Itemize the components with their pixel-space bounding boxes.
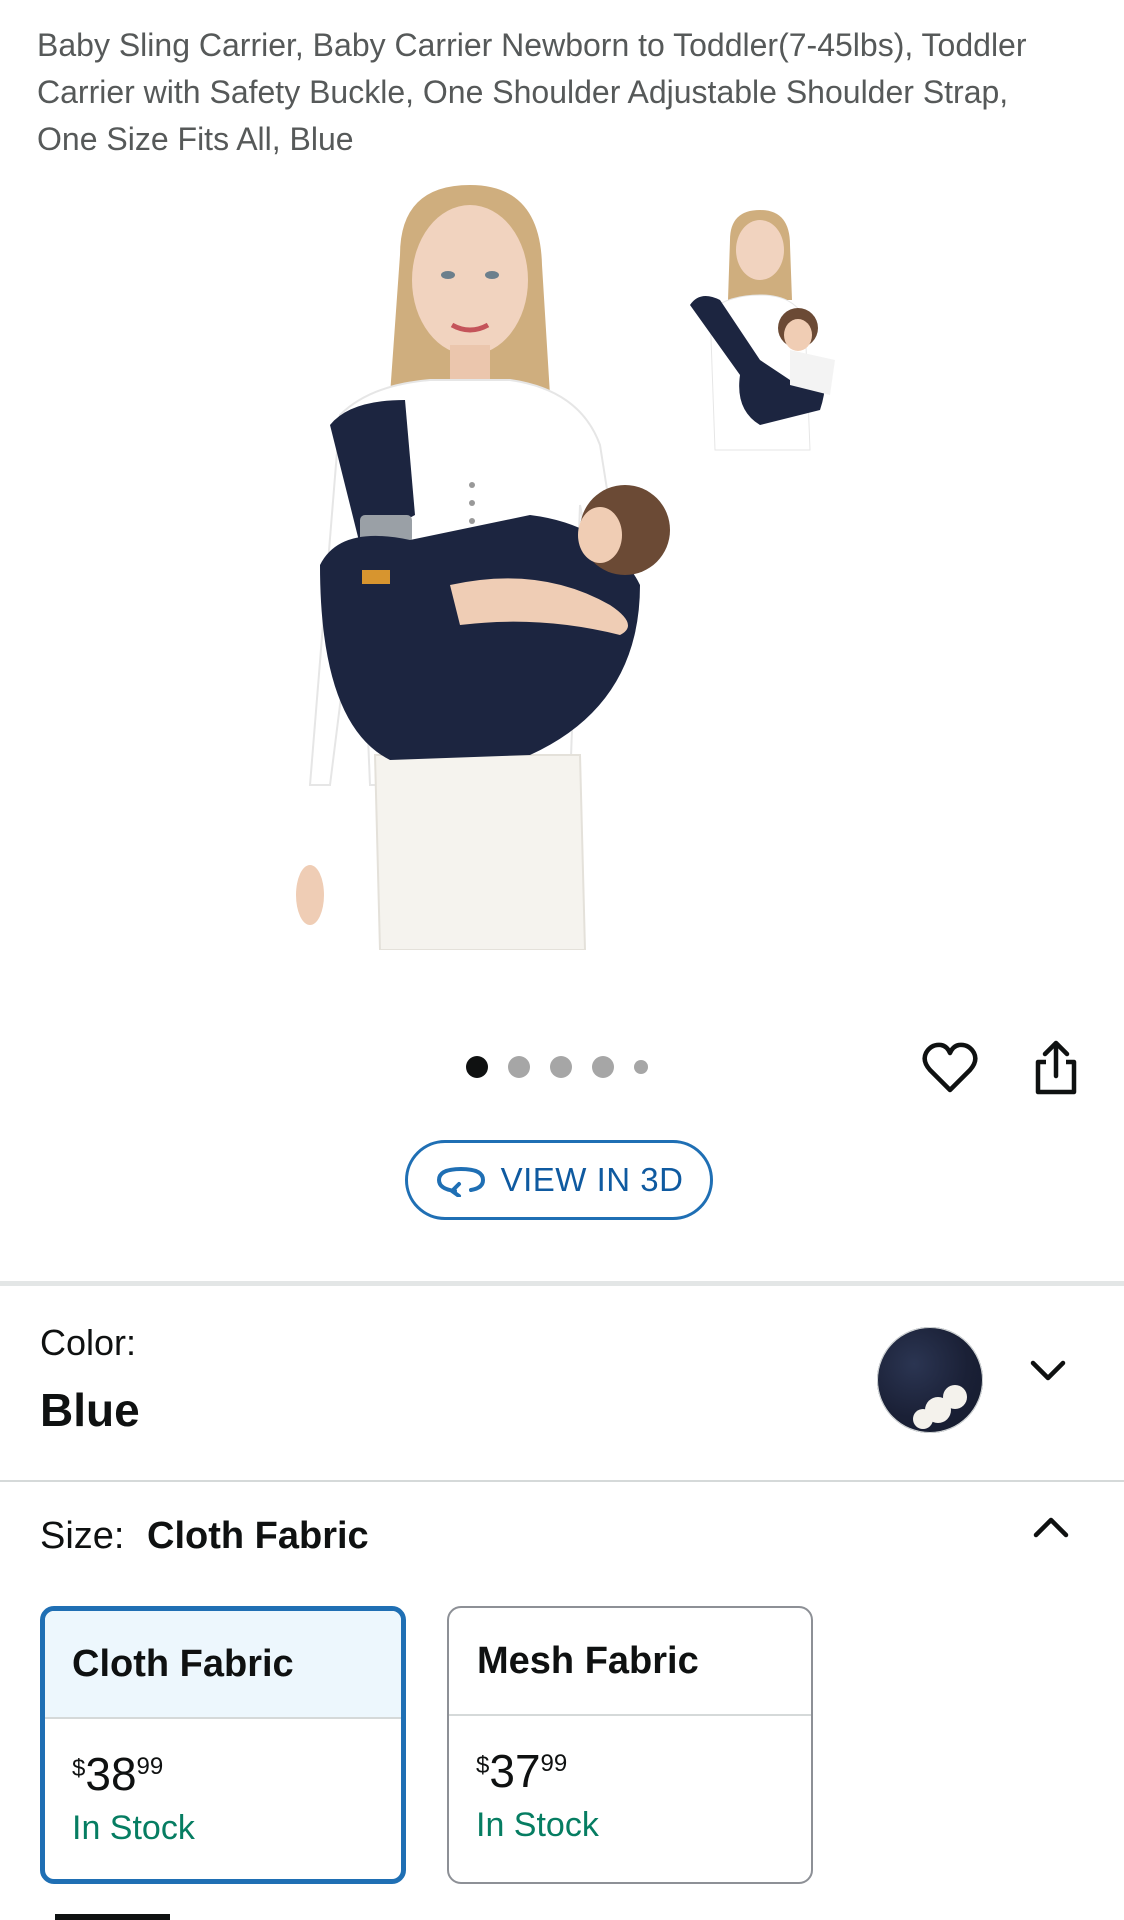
view-in-3d-label: VIEW IN 3D: [500, 1161, 684, 1198]
rotate-3d-icon: [436, 1166, 485, 1197]
size-option-cloth-fabric[interactable]: Cloth Fabric $ 38 99 In Stock: [40, 1606, 406, 1884]
carousel-dot-3[interactable]: [550, 1056, 572, 1078]
share-icon: [1035, 1040, 1077, 1095]
price-fraction: 99: [136, 1753, 164, 1780]
size-option-name: Mesh Fabric: [449, 1608, 811, 1716]
share-button[interactable]: [1028, 1040, 1084, 1096]
size-option-mesh-fabric[interactable]: Mesh Fabric $ 37 99 In Stock: [447, 1606, 813, 1884]
size-label: Size:: [40, 1515, 125, 1557]
carousel-dot-4[interactable]: [592, 1056, 614, 1078]
favorite-button[interactable]: [922, 1040, 978, 1096]
price-whole: 37: [489, 1745, 541, 1797]
product-secondary-image: [690, 210, 835, 451]
carousel-dot-1[interactable]: [466, 1056, 488, 1078]
carousel-dot-2[interactable]: [508, 1056, 530, 1078]
image-carousel-indicator[interactable]: [466, 1054, 668, 1080]
heart-outline-icon: [922, 1042, 978, 1093]
color-swatch-blue[interactable]: [877, 1327, 983, 1433]
product-title: Baby Sling Carrier, Baby Carrier Newborn…: [37, 27, 1027, 157]
section-divider: [0, 1480, 1124, 1482]
scroll-indicator: [55, 1914, 170, 1920]
chevron-down-icon[interactable]: [1028, 1355, 1068, 1385]
view-in-3d-button[interactable]: VIEW IN 3D: [405, 1140, 713, 1220]
color-value: Blue: [40, 1384, 140, 1436]
price-fraction: 99: [540, 1750, 568, 1777]
carousel-dot-5[interactable]: [634, 1060, 648, 1074]
size-option-price: $ 38 99: [72, 1751, 401, 1797]
stock-status: In Stock: [476, 1806, 599, 1844]
product-main-image[interactable]: [280, 185, 720, 950]
section-divider: [0, 1281, 1124, 1286]
price-whole: 38: [85, 1748, 137, 1800]
size-value: Cloth Fabric: [147, 1515, 369, 1557]
size-option-name: Cloth Fabric: [45, 1611, 401, 1719]
color-label: Color:: [40, 1322, 137, 1363]
price-currency: $: [476, 1752, 490, 1779]
size-option-price: $ 37 99: [476, 1748, 811, 1794]
chevron-up-icon[interactable]: [1031, 1512, 1071, 1542]
price-currency: $: [72, 1755, 86, 1782]
stock-status: In Stock: [72, 1809, 195, 1847]
